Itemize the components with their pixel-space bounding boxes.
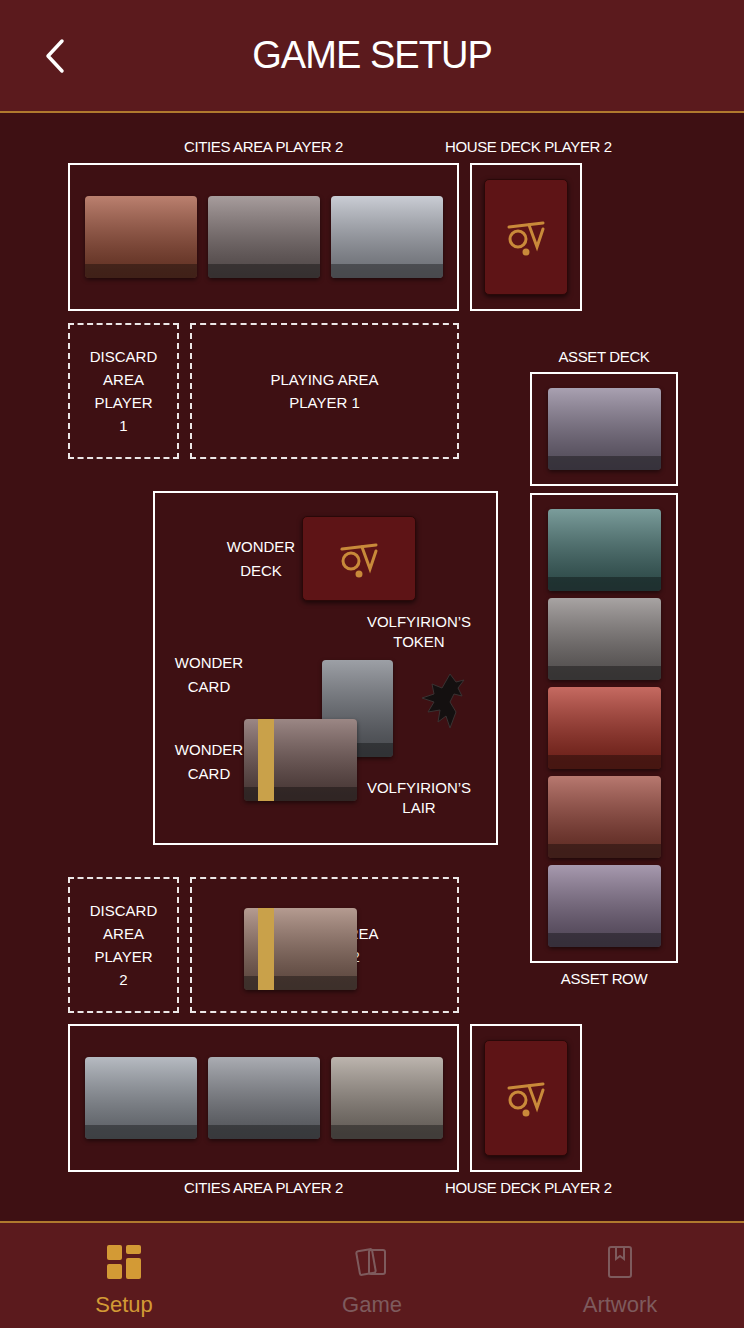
area-label: HOUSE DECK PLAYER 2: [445, 137, 605, 157]
area-label: WONDER CARD: [173, 651, 245, 699]
asset-card[interactable]: [548, 509, 661, 591]
city-card[interactable]: [85, 196, 197, 278]
playing-area: PLAYING AREA PLAYER 1: [190, 323, 459, 459]
area-label: WONDER CARD: [173, 738, 245, 786]
header: GAME SETUP: [0, 0, 744, 113]
asset-card[interactable]: [548, 865, 661, 947]
board: CITIES AREA PLAYER 2HOUSE DECK PLAYER 2D…: [0, 113, 744, 1221]
city-card[interactable]: [85, 1057, 197, 1139]
house-emblem-icon: [503, 217, 549, 257]
area-label: WONDER DECK: [225, 535, 297, 583]
asset-row: [530, 493, 678, 963]
house-deck-area: [470, 163, 582, 311]
discard-area: DISCARD AREA PLAYER 2: [68, 877, 179, 1013]
wonder-card[interactable]: [244, 719, 357, 801]
page-title: GAME SETUP: [110, 27, 634, 84]
cities-area: [68, 163, 459, 311]
asset-card[interactable]: [548, 776, 661, 858]
back-button[interactable]: [35, 36, 75, 76]
nav-tab[interactable]: Game: [248, 1223, 496, 1328]
city-card[interactable]: [208, 1057, 320, 1139]
asset-card[interactable]: [548, 598, 661, 680]
city-card[interactable]: [208, 196, 320, 278]
asset-card[interactable]: [548, 687, 661, 769]
house-deck[interactable]: [484, 1040, 568, 1156]
house-deck[interactable]: [484, 179, 568, 295]
area-label: DISCARD AREA PLAYER 2: [89, 899, 159, 991]
discard-area: DISCARD AREA PLAYER 1: [68, 323, 179, 459]
nav-tab[interactable]: Artwork: [496, 1223, 744, 1328]
asset-deck-area: [530, 372, 678, 486]
grid-icon: [106, 1244, 142, 1280]
area-label: CITIES AREA PLAYER 2: [68, 137, 459, 157]
cards-icon: [354, 1244, 390, 1280]
area-label: PLAYING AREA PLAYER 1: [260, 368, 390, 414]
area-label: VOLFYIRION’S TOKEN: [360, 612, 478, 652]
area-label: CITIES AREA PLAYER 2: [68, 1178, 459, 1198]
nav-label: Setup: [95, 1291, 153, 1319]
house-deck-area: [470, 1024, 582, 1172]
wonder-area: WONDER DECK WONDER CARD WONDER CARD VOLFYIR…: [153, 491, 498, 845]
area-label: ASSET ROW: [561, 969, 647, 989]
wonder-card[interactable]: [244, 908, 357, 990]
asset-deck[interactable]: [548, 388, 661, 470]
bottom-nav: Setup Game Artwork: [0, 1221, 744, 1328]
house-emblem-icon: [503, 1078, 549, 1118]
book-icon: [602, 1244, 638, 1280]
nav-label: Artwork: [583, 1291, 658, 1319]
area-label: HOUSE DECK PLAYER 2: [445, 1178, 605, 1198]
area-label: DISCARD AREA PLAYER 1: [89, 345, 159, 437]
chevron-left-icon: [44, 38, 66, 74]
nav-label: Game: [342, 1291, 402, 1319]
house-emblem-icon: [336, 539, 382, 579]
nav-tab[interactable]: Setup: [0, 1223, 248, 1328]
city-card[interactable]: [331, 196, 443, 278]
dragon-token-icon: [420, 672, 466, 730]
cities-area: [68, 1024, 459, 1172]
wonder-deck[interactable]: [302, 516, 416, 601]
area-label: ASSET DECK: [558, 347, 649, 367]
area-label: VOLFYIRION’S LAIR: [360, 778, 478, 818]
city-card[interactable]: [331, 1057, 443, 1139]
